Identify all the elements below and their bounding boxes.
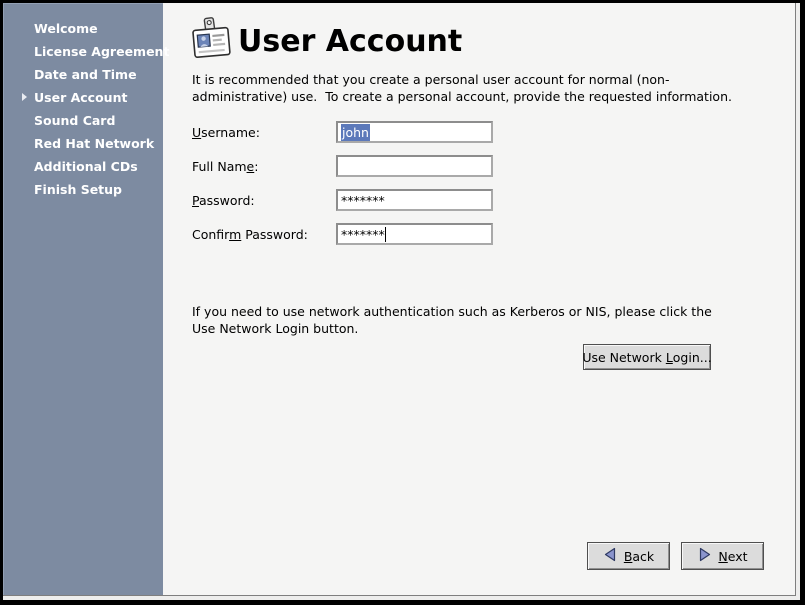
intro-text: It is recommended that you create a pers…: [192, 71, 732, 105]
next-button-label: Next: [718, 549, 747, 564]
fullname-input[interactable]: [336, 155, 493, 177]
page-title: User Account: [238, 24, 462, 59]
window-client-area: Welcome License Agreement Date and Time …: [3, 3, 796, 596]
use-network-login-button[interactable]: Use Network Login...: [583, 344, 711, 370]
id-badge-icon: [190, 16, 232, 66]
window-frame: Welcome License Agreement Date and Time …: [3, 3, 800, 600]
next-arrow-icon: [697, 547, 712, 565]
sidebar-item-label: User Account: [34, 90, 127, 105]
sidebar-item-finish-setup[interactable]: Finish Setup: [4, 178, 163, 201]
intro-line-1: It is recommended that you create a pers…: [192, 71, 732, 88]
active-step-arrow-icon: [22, 93, 27, 101]
sidebar-item-label: Sound Card: [34, 113, 115, 128]
selected-text: john: [341, 124, 370, 141]
username-input[interactable]: john: [336, 121, 493, 143]
network-auth-line-2: Use Network Login button.: [192, 320, 732, 337]
intro-line-2: administrative) use. To create a persona…: [192, 88, 732, 105]
confirm-password-label: Confirm Password:: [192, 227, 308, 242]
back-arrow-icon: [603, 547, 618, 565]
sidebar-item-red-hat-network[interactable]: Red Hat Network: [4, 132, 163, 155]
next-button[interactable]: Next: [681, 542, 764, 570]
fullname-label: Full Name:: [192, 159, 258, 174]
sidebar-item-label: Finish Setup: [34, 182, 122, 197]
setup-agent-window: Welcome License Agreement Date and Time …: [0, 0, 805, 605]
masked-text: *******: [341, 193, 385, 208]
back-button[interactable]: Back: [587, 542, 670, 570]
back-button-label: Back: [624, 549, 654, 564]
text-caret: [385, 227, 386, 242]
sidebar-item-sound-card[interactable]: Sound Card: [4, 109, 163, 132]
sidebar-item-welcome[interactable]: Welcome: [4, 17, 163, 40]
password-row: Password: *******: [192, 189, 612, 211]
main-content: User Account It is recommended that you …: [163, 3, 795, 595]
confirm-password-row: Confirm Password: *******: [192, 223, 612, 245]
sidebar-item-label: Red Hat Network: [34, 136, 154, 151]
masked-text: *******: [341, 227, 385, 242]
sidebar-item-license-agreement[interactable]: License Agreement: [4, 40, 163, 63]
network-auth-line-1: If you need to use network authenticatio…: [192, 303, 732, 320]
sidebar-item-additional-cds[interactable]: Additional CDs: [4, 155, 163, 178]
network-auth-text: If you need to use network authenticatio…: [192, 303, 732, 337]
password-label: Password:: [192, 193, 255, 208]
confirm-password-input[interactable]: *******: [336, 223, 493, 245]
steps-list: Welcome License Agreement Date and Time …: [4, 4, 163, 201]
steps-sidebar: Welcome License Agreement Date and Time …: [3, 3, 163, 595]
password-input[interactable]: *******: [336, 189, 493, 211]
sidebar-item-date-and-time[interactable]: Date and Time: [4, 63, 163, 86]
fullname-row: Full Name:: [192, 155, 612, 177]
sidebar-item-label: Welcome: [34, 21, 98, 36]
sidebar-item-label: Date and Time: [34, 67, 137, 82]
sidebar-item-user-account[interactable]: User Account: [4, 86, 163, 109]
sidebar-item-label: License Agreement: [34, 44, 169, 59]
username-label: Username:: [192, 125, 260, 140]
sidebar-item-label: Additional CDs: [34, 159, 138, 174]
username-row: Username: john: [192, 121, 612, 143]
